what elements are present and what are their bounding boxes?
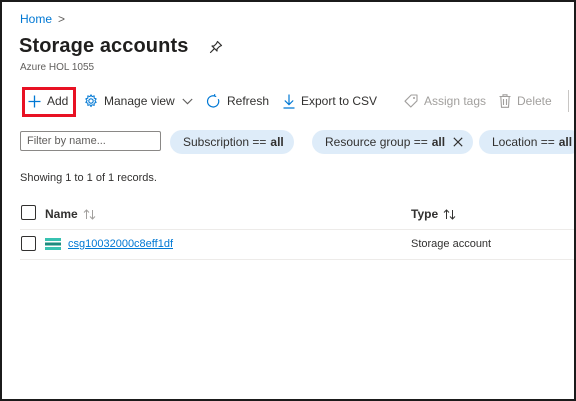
filter-by-name-input[interactable]: Filter by name... <box>20 131 161 151</box>
chip-value: all <box>431 135 446 149</box>
gear-icon <box>85 94 97 108</box>
row-divider <box>20 259 574 260</box>
header-divider <box>20 229 574 230</box>
column-header-name-label: Name <box>45 207 78 221</box>
manage-view-button[interactable]: Manage view <box>84 88 193 114</box>
storage-accounts-page: Home > Storage accounts Azure HOL 1055 A… <box>0 0 576 401</box>
chevron-down-icon <box>182 98 193 104</box>
add-button-label: Add <box>47 94 69 108</box>
trash-icon <box>499 94 511 108</box>
close-icon[interactable] <box>453 137 463 147</box>
subscription-filter-chip[interactable]: Subscription == all <box>170 130 294 154</box>
delete-button[interactable]: Delete <box>499 88 552 114</box>
records-count-text: Showing 1 to 1 of 1 records. <box>20 172 157 184</box>
column-header-name[interactable]: Name <box>45 207 96 221</box>
column-header-type-label: Type <box>411 207 439 221</box>
breadcrumb-separator: > <box>58 12 66 26</box>
plus-icon <box>28 95 41 107</box>
chip-label: Subscription == <box>183 135 267 149</box>
storage-account-name-link[interactable]: csg10032000c8eff1df <box>68 238 173 250</box>
location-filter-chip[interactable]: Location == all <box>479 130 574 154</box>
row-checkbox[interactable] <box>21 236 36 251</box>
storage-account-type: Storage account <box>411 238 492 250</box>
refresh-label: Refresh <box>227 94 270 108</box>
refresh-icon <box>206 93 220 108</box>
page-subtitle: Azure HOL 1055 <box>20 62 95 73</box>
tag-icon <box>404 94 418 108</box>
chip-label: Location == <box>492 135 555 149</box>
toolbar-divider <box>568 90 569 112</box>
chip-label: Resource group == <box>325 135 428 149</box>
breadcrumb: Home > <box>20 12 65 26</box>
column-header-type[interactable]: Type <box>411 207 456 221</box>
chip-value: all <box>558 135 573 149</box>
command-bar: Add Manage view Refresh Export to CSV As… <box>20 87 574 117</box>
manage-view-label: Manage view <box>104 94 175 108</box>
page-title: Storage accounts <box>19 35 189 57</box>
assign-tags-label: Assign tags <box>424 94 487 108</box>
export-csv-label: Export to CSV <box>301 94 378 108</box>
chip-value: all <box>270 135 284 149</box>
download-icon <box>283 94 295 109</box>
breadcrumb-home-link[interactable]: Home <box>20 12 52 26</box>
sort-icon[interactable] <box>443 208 456 220</box>
assign-tags-button[interactable]: Assign tags <box>404 88 486 114</box>
sort-icon[interactable] <box>83 208 96 220</box>
select-all-checkbox[interactable] <box>21 205 36 220</box>
storage-account-icon <box>45 238 61 250</box>
refresh-button[interactable]: Refresh <box>206 88 269 114</box>
pin-icon[interactable] <box>209 40 223 54</box>
resource-group-filter-chip[interactable]: Resource group == all <box>312 130 474 154</box>
delete-label: Delete <box>517 94 552 108</box>
add-button[interactable]: Add <box>28 88 68 114</box>
export-csv-button[interactable]: Export to CSV <box>283 88 377 114</box>
